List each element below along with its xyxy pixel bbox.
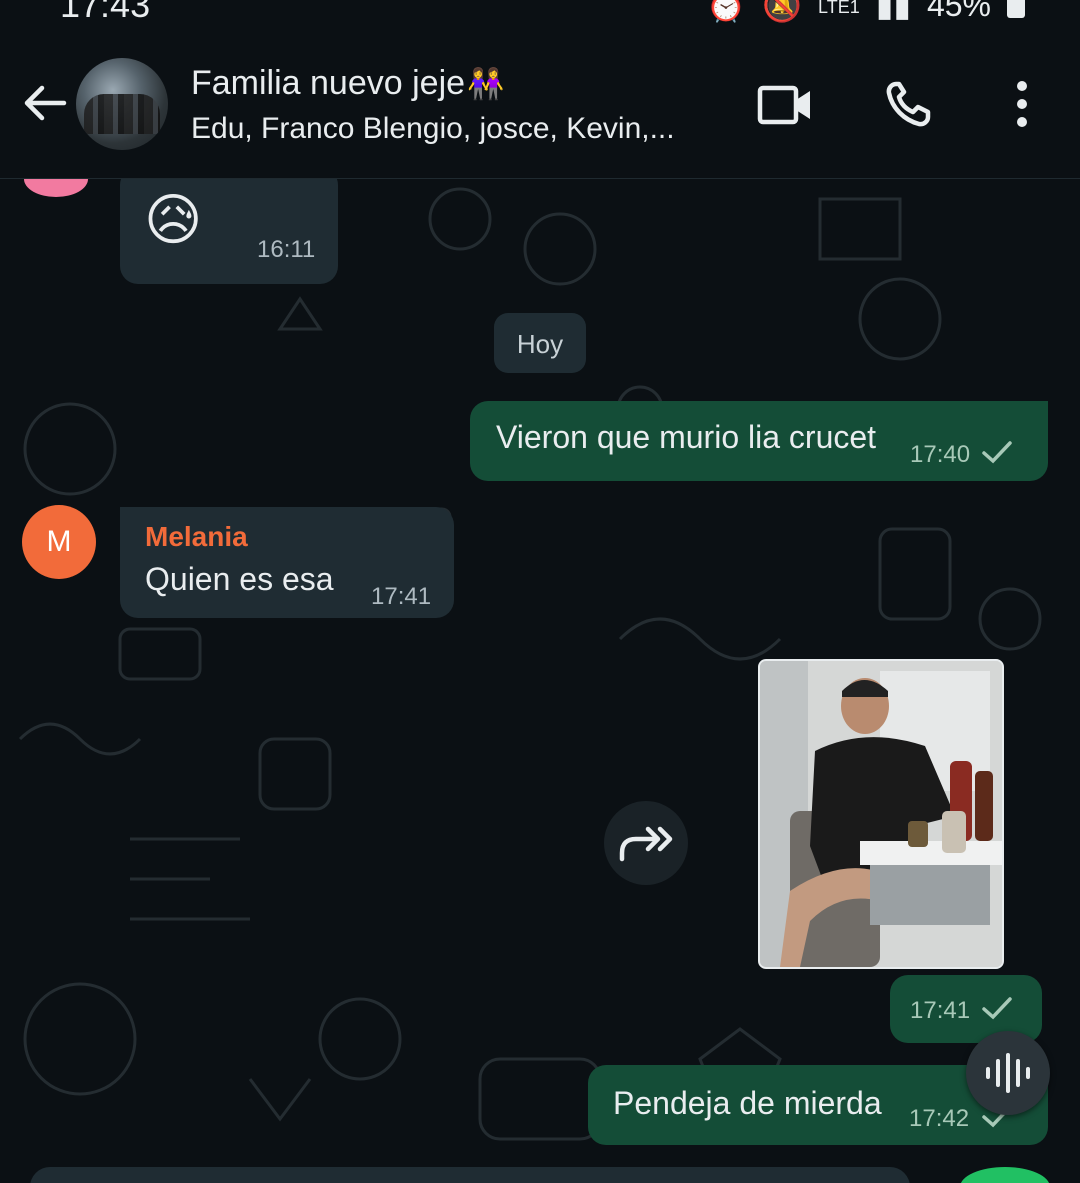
chat-participants[interactable]: Edu, Franco Blengio, josce, Kevin,... [191,112,675,146]
message-text: Quien es esa [145,561,334,597]
shared-photo[interactable] [758,659,1004,969]
date-divider: Hoy [494,313,586,373]
message-input-bar[interactable] [30,1167,910,1183]
arrow-left-icon[interactable] [20,78,70,128]
avatar-initial: M [46,525,72,558]
battery-label: 45% [926,0,991,23]
forward-button[interactable] [604,801,688,885]
crying-emoji: 😥 [144,188,203,251]
alarm-icon: ⏰ [706,0,747,23]
status-time: 17:43 [60,0,151,25]
status-icons: ⏰ 🔕 LTE1 ▮▮ 45% [706,0,1025,24]
video-call-icon[interactable] [756,80,816,130]
sender-avatar-melania[interactable]: M [22,505,96,579]
message-time: 16:11 [257,236,316,263]
chat-title[interactable]: Familia nuevo jeje👭 [191,64,504,103]
message-text: Pendeja de mierda [613,1085,882,1121]
outgoing-message[interactable]: Vieron que murio lia crucet 17:40 [470,401,1048,481]
status-bar: 17:43 ⏰ 🔕 LTE1 ▮▮ 45% [0,0,1080,30]
chat-title-text: Familia nuevo jeje [191,64,466,102]
group-avatar[interactable] [76,58,168,150]
sender-name[interactable]: Melania [145,521,248,553]
message-text: Vieron que murio lia crucet [496,419,877,455]
chat-header: Familia nuevo jeje👭 Edu, Franco Blengio,… [0,30,1080,179]
message-time: 17:42 [909,1105,970,1132]
more-vertical-icon[interactable] [992,80,1052,130]
voice-chat-button[interactable] [966,1031,1050,1115]
single-check-icon [982,997,1012,1020]
mute-icon: 🔕 [762,0,803,23]
incoming-message[interactable]: Melania Quien es esa 17:41 [120,507,454,618]
voice-call-icon[interactable] [882,80,942,130]
message-list[interactable]: 😥 16:11 Hoy Vieron que murio lia crucet … [0,179,1080,1183]
date-divider-label: Hoy [516,329,564,359]
group-photo [84,94,160,134]
audio-waveform-icon [986,1053,1030,1093]
people-emoji-icon: 👭 [467,68,505,101]
incoming-message[interactable]: 😥 16:11 [120,179,338,284]
photo-content [760,661,1002,967]
forward-icon [619,826,673,862]
message-time: 17:41 [910,997,971,1024]
single-check-icon [982,441,1012,464]
network-label: LTE1 [818,0,860,17]
battery-icon [1007,0,1025,18]
signal-icon: ▮▮ [875,0,911,23]
message-time: 17:41 [371,583,432,610]
message-time: 17:40 [910,441,971,468]
